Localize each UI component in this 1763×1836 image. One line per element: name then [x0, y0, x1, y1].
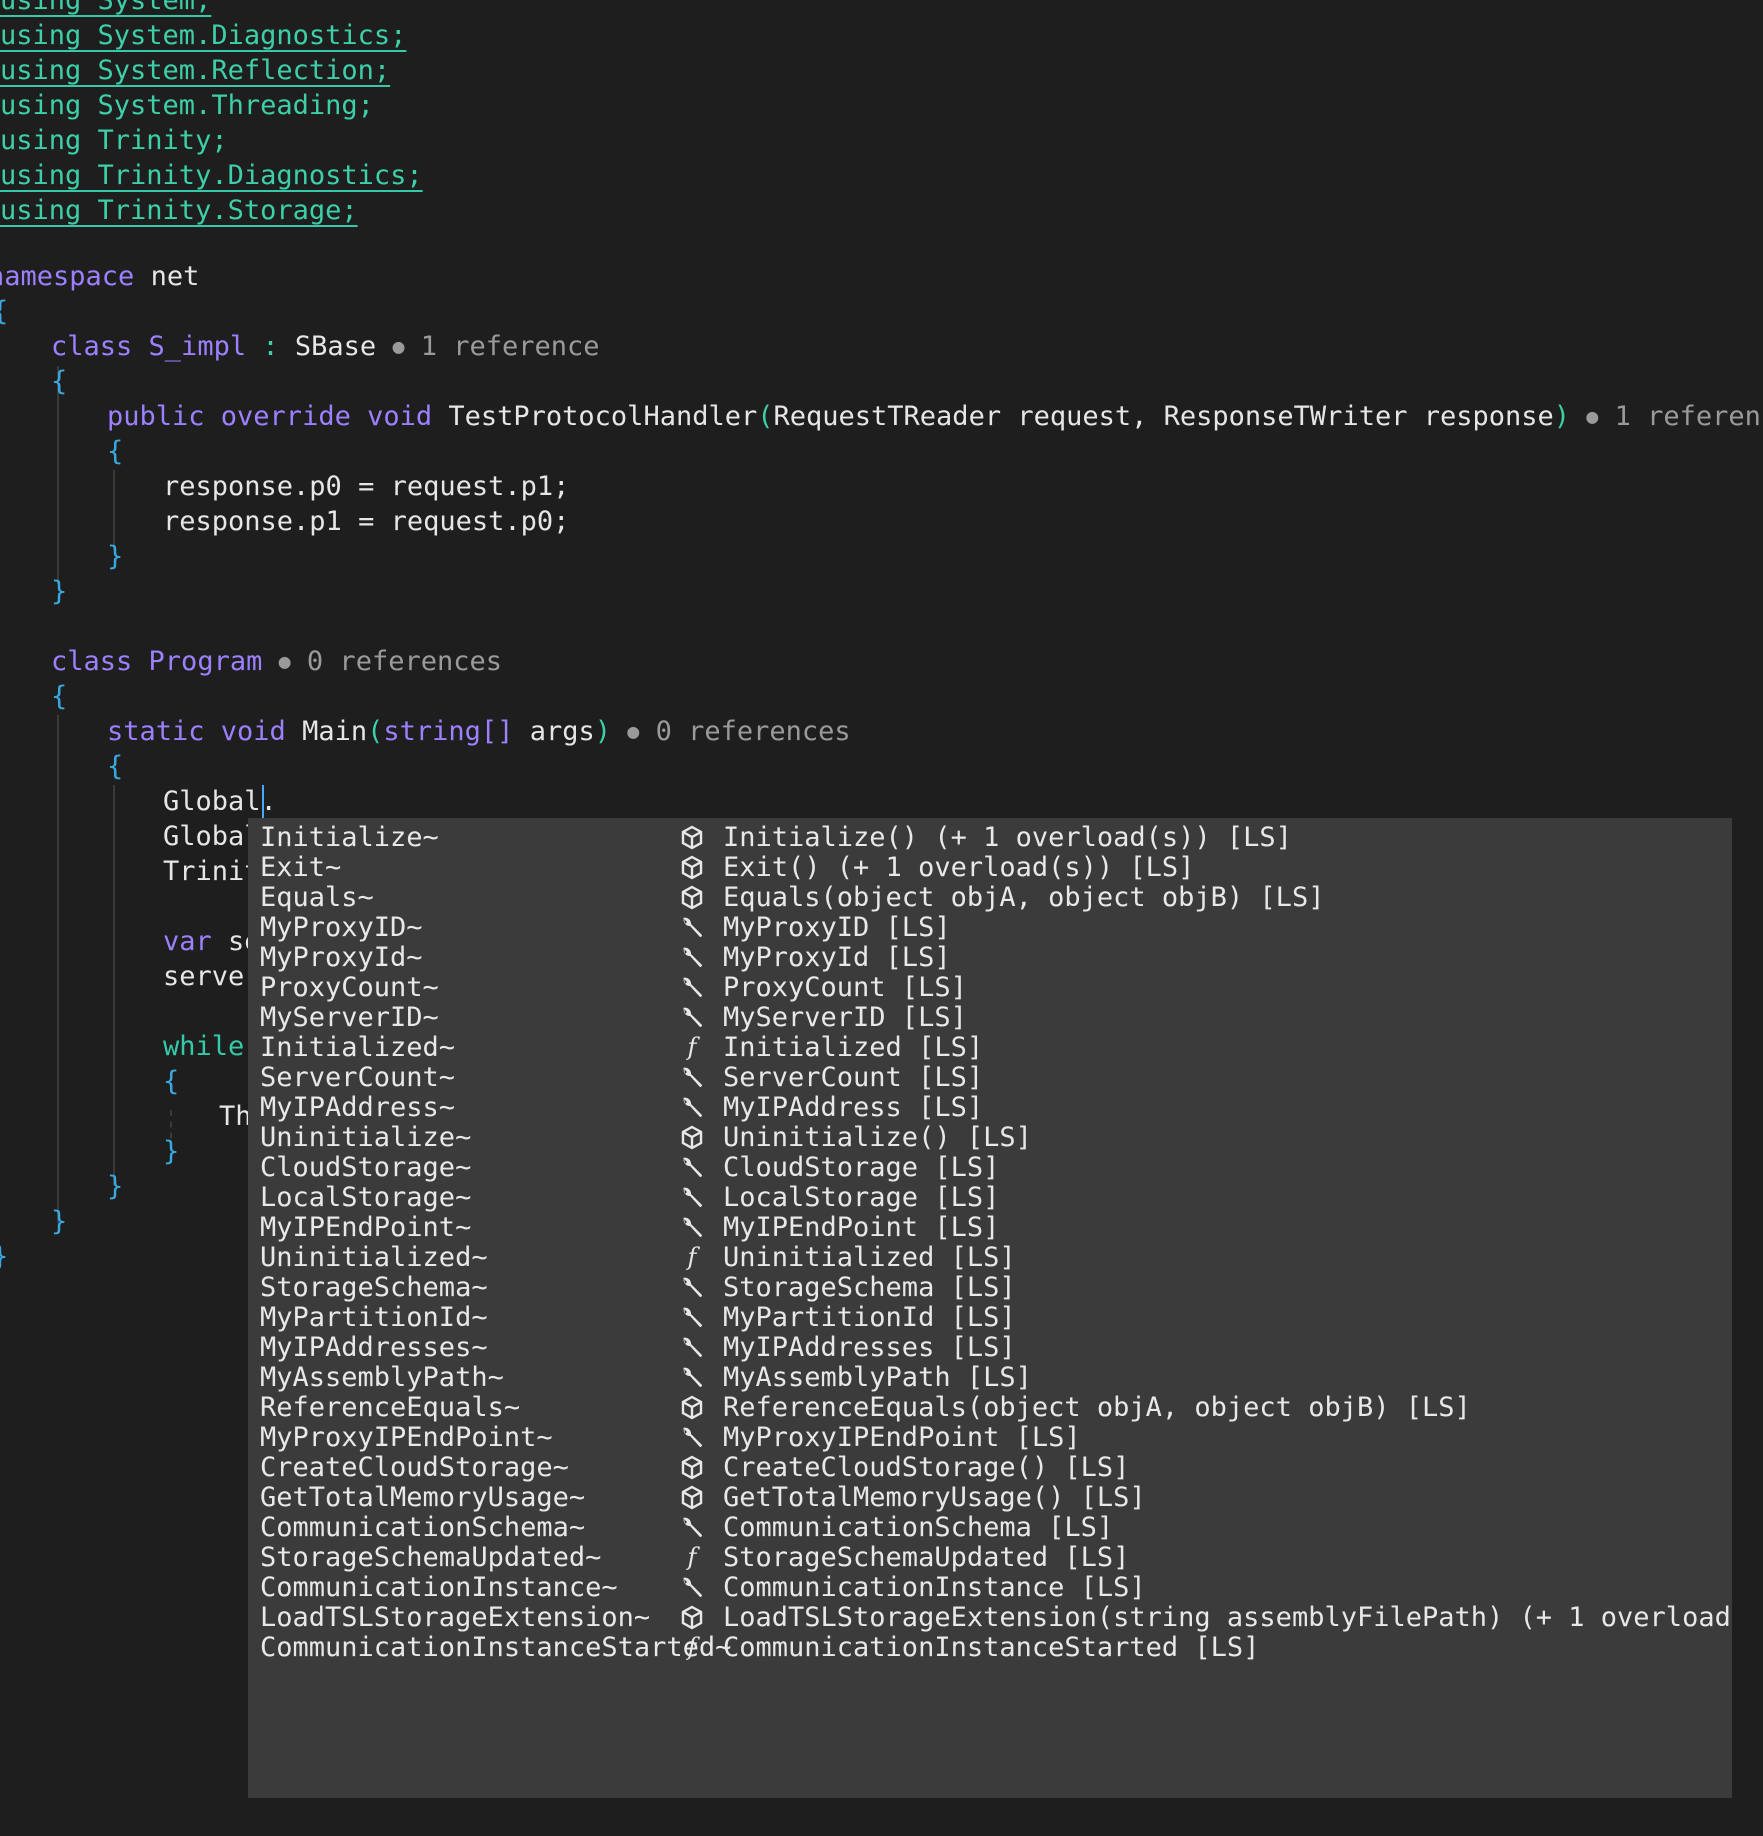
autocomplete-suggestion-list[interactable]: Initialize~ Initialize() (+ 1 overload(s)…	[248, 818, 1732, 1798]
class-name: Program	[148, 646, 263, 677]
code-line-using-4[interactable]: using System.Threading;	[0, 88, 374, 123]
keyword-namespace: namespace	[0, 261, 135, 292]
keyword-var: var	[163, 926, 212, 957]
class-name: S_impl	[148, 331, 247, 362]
code-line-class-simpl[interactable]: class S_impl : SBase ● 1 reference	[51, 329, 600, 364]
paren-close: )	[594, 716, 611, 747]
code-text: Trinit	[163, 856, 261, 887]
code-line-class-program[interactable]: class Program ● 0 references	[51, 644, 502, 679]
method-modifiers: static void	[107, 716, 286, 747]
code-line-using-6[interactable]: using Trinity.Diagnostics;	[0, 158, 423, 193]
code-line-stmt[interactable]: response.p0 = request.p1;	[163, 469, 569, 504]
using-statement: using System.Diagnostics;	[0, 20, 407, 51]
code-line-brace[interactable]: }	[163, 1134, 179, 1169]
indent-guide	[113, 785, 115, 1185]
code-line-brace[interactable]: {	[51, 364, 67, 399]
using-statement: using System.Reflection;	[0, 55, 391, 86]
keyword-while: while	[163, 1031, 245, 1062]
code-line-while[interactable]: while(	[163, 1029, 261, 1064]
brace-open: {	[107, 436, 124, 467]
code-line-method-main[interactable]: static void Main(string[] args) ● 0 refe…	[107, 714, 851, 749]
code-line-brace[interactable]: }	[107, 1169, 123, 1204]
code-line-using-2[interactable]: using System.Diagnostics;	[0, 18, 406, 53]
using-statement: using Trinity.Storage;	[0, 195, 358, 226]
codelens-dot-icon: ●	[627, 719, 640, 743]
typed-text: Global.	[163, 786, 277, 817]
code-line-brace[interactable]: }	[51, 574, 67, 609]
brace-open: {	[107, 751, 124, 782]
code-line-brace[interactable]: {	[107, 434, 123, 469]
indent-guide	[57, 715, 59, 1223]
code-text: Th	[219, 1101, 252, 1132]
code-line-global2[interactable]: Global	[163, 819, 261, 854]
codelens-dot-icon: ●	[392, 334, 405, 358]
using-statement: using System;	[0, 0, 212, 16]
code-line-th[interactable]: Th	[219, 1099, 252, 1134]
code-text: server	[163, 961, 261, 992]
paren-close: )	[1553, 401, 1571, 432]
codelens-references[interactable]: 0 references	[656, 716, 851, 747]
code-line-stmt[interactable]: response.p1 = request.p0;	[163, 504, 569, 539]
paren-open: (	[757, 401, 774, 432]
code-line-brace[interactable]: {	[51, 679, 67, 714]
code-line-brace[interactable]: }	[51, 1204, 67, 1239]
code-line-brace[interactable]: {	[0, 294, 8, 329]
brace-close: }	[0, 1241, 8, 1272]
suggestion-label: CommunicationInstanceStarted~	[260, 1632, 732, 1663]
method-modifiers: public override void	[107, 401, 433, 432]
method-name: TestProtocolHandler	[448, 401, 758, 432]
codelens-references[interactable]: 0 references	[307, 646, 502, 677]
code-line-global-typed[interactable]: Global.	[163, 784, 277, 819]
code-line-using-1[interactable]: using System;	[0, 0, 211, 18]
code-line-var[interactable]: var se	[163, 924, 261, 959]
brace-close: }	[107, 1171, 124, 1202]
code-line-namespace[interactable]: namespace net	[0, 259, 199, 294]
codelens-dot-icon: ●	[1586, 404, 1599, 428]
brace-open: {	[0, 296, 8, 327]
text-caret	[262, 785, 264, 818]
code-line-server[interactable]: server	[163, 959, 261, 994]
statement: response.p0 = request.p1;	[163, 471, 570, 502]
code-line-method-handler[interactable]: public override void TestProtocolHandler…	[107, 399, 1763, 434]
method-params: RequestTReader request, ResponseTWriter …	[773, 401, 1554, 432]
brace-close: }	[107, 541, 124, 572]
code-line-brace[interactable]: }	[0, 1239, 8, 1274]
suggestion-detail: CommunicationInstanceStarted [LS]	[723, 1632, 1260, 1663]
code-line-using-5[interactable]: using Trinity;	[0, 123, 228, 158]
paren-open: (	[367, 716, 384, 747]
namespace-name: net	[150, 261, 200, 292]
event-function-icon: f	[687, 1633, 697, 1661]
codelens-references[interactable]: 1 reference	[421, 331, 600, 362]
brace-open: {	[51, 681, 68, 712]
suggestion-item[interactable]: CommunicationInstanceStarted~ f Communicat…	[248, 1630, 1732, 1665]
brace-close: }	[163, 1136, 180, 1167]
code-line-brace[interactable]: {	[163, 1064, 179, 1099]
colon: :	[262, 331, 279, 362]
code-line-trinity[interactable]: Trinit	[163, 854, 261, 889]
param-name: args	[529, 716, 595, 747]
using-statement: using Trinity;	[0, 125, 228, 156]
indent-guide	[113, 470, 115, 550]
brace-close: }	[51, 576, 68, 607]
code-editor[interactable]: using System; using System.Diagnostics; …	[0, 0, 1763, 1836]
brace-open: {	[163, 1066, 180, 1097]
base-class-name: SBase	[294, 331, 377, 362]
code-line-using-3[interactable]: using System.Reflection;	[0, 53, 390, 88]
codelens-references[interactable]: 1 reference	[1615, 401, 1763, 432]
using-statement: using Trinity.Diagnostics;	[0, 160, 423, 191]
brace-close: }	[51, 1206, 68, 1237]
keyword-class: class	[51, 331, 133, 362]
code-line-brace[interactable]: {	[107, 749, 123, 784]
keyword-class: class	[51, 646, 133, 677]
code-line-brace[interactable]: }	[107, 539, 123, 574]
code-line-using-7[interactable]: using Trinity.Storage;	[0, 193, 358, 228]
codelens-dot-icon: ●	[278, 649, 291, 673]
using-statement: using System.Threading;	[0, 90, 374, 121]
statement: response.p1 = request.p0;	[163, 506, 570, 537]
code-text: Global	[163, 821, 261, 852]
param-type: string[]	[383, 716, 514, 747]
brace-open: {	[51, 366, 68, 397]
method-name: Main	[302, 716, 368, 747]
